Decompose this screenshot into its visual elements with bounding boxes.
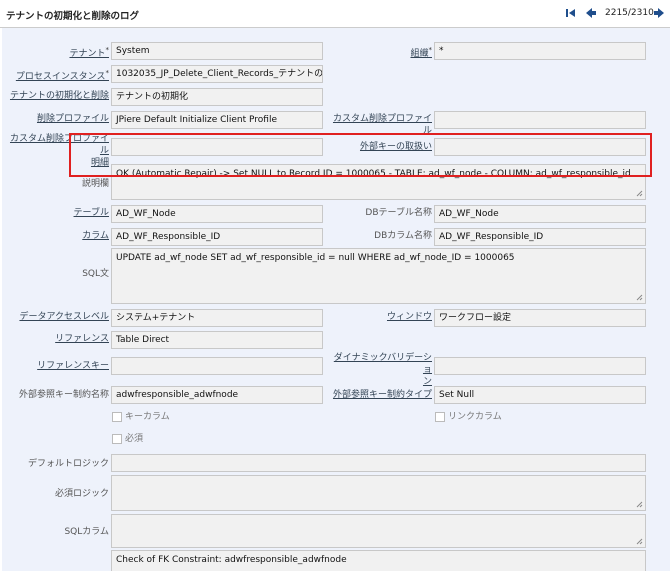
reference-key-label[interactable]: リファレンスキー [2, 360, 109, 372]
sql-column-label: SQLカラム [64, 527, 109, 537]
link-column-label: リンクカラム [448, 412, 502, 422]
resize-grip-icon[interactable] [636, 501, 643, 508]
mandatory-checkbox[interactable] [112, 434, 122, 444]
reference-field[interactable]: Table Direct [111, 331, 323, 349]
sql-label: SQL文 [82, 269, 109, 279]
key-column-label: キーカラム [125, 412, 170, 422]
reference-label[interactable]: リファレンス [2, 333, 109, 345]
description-label: 説明欄 [81, 179, 109, 189]
dynamic-validation-label[interactable]: ダイナミックバリデーション [327, 352, 432, 388]
column-field[interactable]: AD_WF_Responsible_ID [111, 228, 323, 246]
delete-profile-label[interactable]: 削除プロファイル [2, 113, 109, 125]
record-form: テナント* System 組織* * プロセスインスタンス* 1032035_J… [2, 28, 670, 571]
window-label[interactable]: ウィンドウ [327, 311, 432, 323]
dynamic-validation-field[interactable] [434, 357, 646, 375]
window-field[interactable]: ワークフロー設定 [434, 309, 646, 327]
sql-field[interactable]: UPDATE ad_wf_node SET ad_wf_responsible_… [111, 248, 646, 304]
window-title: テナントの初期化と削除のログ [6, 11, 140, 22]
fk-constraint-type-label[interactable]: 外部参照キー制約タイプ [327, 389, 432, 401]
db-column-name-label: DBカラム名称 [374, 231, 432, 241]
sql-text: UPDATE ad_wf_node SET ad_wf_responsible_… [116, 253, 515, 263]
default-logic-field[interactable] [111, 454, 646, 472]
window-header: テナントの初期化と削除のログ 2215/2310 [0, 0, 670, 28]
org-label[interactable]: 組織* [327, 44, 432, 60]
table-label[interactable]: テーブル [2, 207, 109, 219]
table-field[interactable]: AD_WF_Node [111, 205, 323, 223]
key-column-checkbox[interactable] [112, 412, 122, 422]
fk-constraint-type-field[interactable]: Set Null [434, 386, 646, 404]
custom-delete-profile-field[interactable] [434, 111, 646, 129]
reference-key-field[interactable] [111, 357, 323, 375]
data-access-level-field[interactable]: システム+テナント [111, 309, 323, 327]
fk-check-note-field[interactable]: Check of FK Constraint: adwfresponsible_… [111, 550, 646, 571]
link-column-checkbox[interactable] [435, 412, 445, 422]
fk-constraint-name-field[interactable]: adwfresponsible_adwfnode [111, 386, 323, 404]
mandatory-logic-label: 必須ロジック [54, 489, 109, 499]
resize-grip-icon[interactable] [636, 190, 643, 197]
data-access-level-label[interactable]: データアクセスレベル [2, 311, 109, 323]
record-counter: 2215/2310 [605, 8, 654, 18]
mandatory-logic-field[interactable] [111, 475, 646, 511]
db-column-name-field[interactable]: AD_WF_Responsible_ID [434, 228, 646, 246]
process-instance-field[interactable]: 1032035_JP_Delete_Client_Records_テナントの初期 [111, 65, 323, 83]
db-table-name-label: DBテーブル名称 [365, 208, 432, 218]
fk-check-note-text: Check of FK Constraint: adwfresponsible_… [116, 555, 347, 565]
tenant-field[interactable]: System [111, 42, 323, 60]
default-logic-label: デフォルトロジック [27, 459, 109, 469]
process-instance-label[interactable]: プロセスインスタンス* [2, 67, 109, 83]
init-delete-field[interactable]: テナントの初期化 [111, 88, 323, 106]
init-delete-label[interactable]: テナントの初期化と削除 [2, 90, 109, 102]
sql-column-field[interactable] [111, 514, 646, 548]
first-record-icon[interactable] [564, 6, 578, 20]
previous-record-icon[interactable] [584, 6, 598, 20]
db-table-name-field[interactable]: AD_WF_Node [434, 205, 646, 223]
tenant-label[interactable]: テナント* [2, 44, 109, 60]
resize-grip-icon[interactable] [636, 294, 643, 301]
column-label[interactable]: カラム [2, 230, 109, 242]
next-record-icon[interactable] [652, 6, 666, 20]
delete-profile-field[interactable]: JPiere Default Initialize Client Profile [111, 111, 323, 129]
mandatory-label: 必須 [125, 434, 144, 444]
resize-grip-icon[interactable] [636, 538, 643, 545]
org-field[interactable]: * [434, 42, 646, 60]
highlight-box [69, 133, 652, 177]
fk-constraint-name-label: 外部参照キー制約名称 [18, 390, 109, 400]
